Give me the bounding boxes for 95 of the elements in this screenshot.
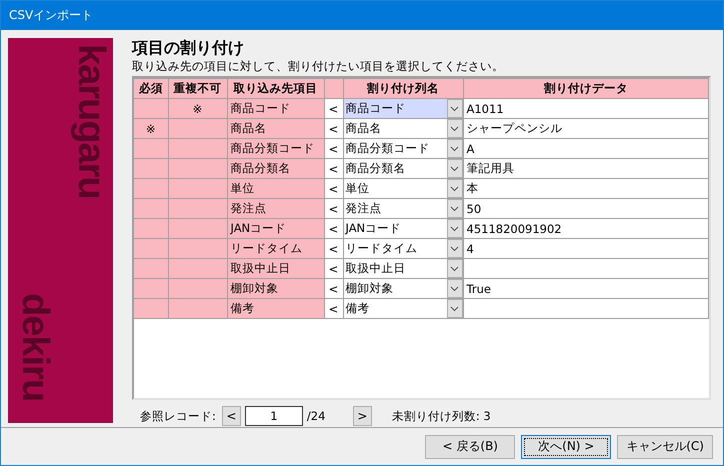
dropdown-button[interactable] — [446, 100, 462, 118]
column-header: 必須 — [134, 78, 168, 98]
table-cell: 商品名 — [227, 118, 324, 138]
chevron-down-icon — [450, 146, 459, 152]
column-dropdown[interactable]: 発注点 — [344, 200, 462, 218]
table-cell: < — [324, 98, 343, 118]
dropdown-button[interactable] — [446, 200, 462, 218]
table-cell — [168, 298, 227, 318]
column-dropdown[interactable]: JANコード — [344, 220, 462, 238]
chevron-down-icon — [450, 286, 459, 292]
table-cell: 取扱中止日 — [227, 258, 324, 278]
dropdown-button[interactable] — [446, 220, 462, 238]
chevron-down-icon — [450, 186, 459, 192]
table-cell: True — [463, 278, 708, 298]
table-cell: A1011 — [463, 98, 708, 118]
table-cell — [168, 258, 227, 278]
column-header — [324, 78, 343, 98]
unmapped-count: 未割り付け列数: 3 — [392, 408, 491, 424]
table-cell: < — [324, 238, 343, 258]
banner-word: karugaru — [69, 44, 112, 199]
table-cell: 商品分類名 — [227, 158, 324, 178]
table-cell: 4511820091902 — [463, 218, 708, 238]
table-cell: A — [463, 138, 708, 158]
table-cell — [168, 178, 227, 198]
table-cell: リードタイム — [227, 238, 324, 258]
table-cell — [168, 118, 227, 138]
chevron-down-icon — [450, 306, 459, 312]
previous-button[interactable]: < — [222, 406, 241, 426]
table-cell — [168, 218, 227, 238]
column-dropdown[interactable]: 取扱中止日 — [344, 260, 462, 278]
table-cell: 商品コード — [227, 98, 324, 118]
column-dropdown[interactable]: 備考 — [344, 300, 462, 318]
table-cell: 単位 — [227, 178, 324, 198]
chevron-down-icon — [450, 106, 459, 112]
table-cell — [168, 158, 227, 178]
table-cell: < — [324, 298, 343, 318]
page-heading: 項目の割り付け — [132, 38, 245, 58]
table-cell: < — [324, 178, 343, 198]
banner-word: dekiru — [13, 293, 56, 402]
table-cell: < — [324, 198, 343, 218]
instruction-text: 取り込み先の項目に対して、割り付けたい項目を選択してください。 — [132, 58, 505, 74]
table-cell — [168, 278, 227, 298]
dialog-button[interactable]: < 戻る(B) — [425, 434, 516, 458]
dropdown-button[interactable] — [446, 300, 462, 318]
column-header: 割り付け列名 — [343, 78, 463, 98]
table-cell — [168, 138, 227, 158]
table-cell: 発注点 — [227, 198, 324, 218]
next-button[interactable]: > — [352, 406, 372, 426]
chevron-down-icon — [450, 266, 459, 272]
window-title: CSVインポート — [9, 7, 94, 24]
dropdown-button[interactable] — [446, 180, 462, 198]
table-cell — [168, 238, 227, 258]
table-cell: 本 — [463, 178, 708, 198]
table-cell: JANコード — [227, 218, 324, 238]
column-dropdown[interactable]: 商品名 — [344, 120, 462, 138]
record-field[interactable]: 1 — [244, 406, 303, 426]
table-cell: < — [324, 118, 343, 138]
table-cell: < — [324, 258, 343, 278]
dialog-button[interactable]: キャンセル(C) — [617, 434, 713, 458]
chevron-down-icon — [450, 206, 459, 212]
column-dropdown[interactable]: 単位 — [344, 180, 462, 198]
dropdown-button[interactable] — [446, 160, 462, 178]
record-label: 参照レコード: — [140, 408, 216, 424]
column-dropdown[interactable]: 商品分類名 — [344, 160, 462, 178]
table-cell: < — [324, 158, 343, 178]
chevron-down-icon — [450, 126, 459, 132]
chevron-down-icon — [450, 246, 459, 252]
table-cell: < — [324, 138, 343, 158]
dropdown-button[interactable] — [446, 240, 462, 258]
table-cell: ※ — [134, 118, 168, 138]
table-cell: 50 — [463, 198, 708, 218]
column-header: 割り付けデータ — [463, 78, 708, 98]
table-cell: < — [324, 278, 343, 298]
chevron-down-icon — [450, 226, 459, 232]
table-cell: 備考 — [227, 298, 324, 318]
column-dropdown[interactable]: 商品分類コード — [344, 140, 462, 158]
table-cell: 棚卸対象 — [227, 278, 324, 298]
table-cell — [168, 198, 227, 218]
table-cell: 商品分類コード — [227, 138, 324, 158]
column-header: 重複不可 — [168, 78, 227, 98]
table-cell: シャープペンシル — [463, 118, 708, 138]
dropdown-button[interactable] — [446, 260, 462, 278]
table-cell: < — [324, 218, 343, 238]
dropdown-button[interactable] — [446, 140, 462, 158]
dialog-button[interactable]: 次へ(N) > — [521, 434, 612, 458]
chevron-down-icon — [450, 166, 459, 172]
column-dropdown[interactable]: リードタイム — [344, 240, 462, 258]
column-header: 取り込み先項目 — [227, 78, 324, 98]
dropdown-button[interactable] — [446, 280, 462, 298]
table-cell: 筆記用具 — [463, 158, 708, 178]
table-cell: 4 — [463, 238, 708, 258]
table-cell: ※ — [168, 98, 227, 118]
dropdown-button[interactable] — [446, 120, 462, 138]
column-dropdown[interactable]: 棚卸対象 — [344, 280, 462, 298]
record-total: /24 — [306, 409, 326, 423]
